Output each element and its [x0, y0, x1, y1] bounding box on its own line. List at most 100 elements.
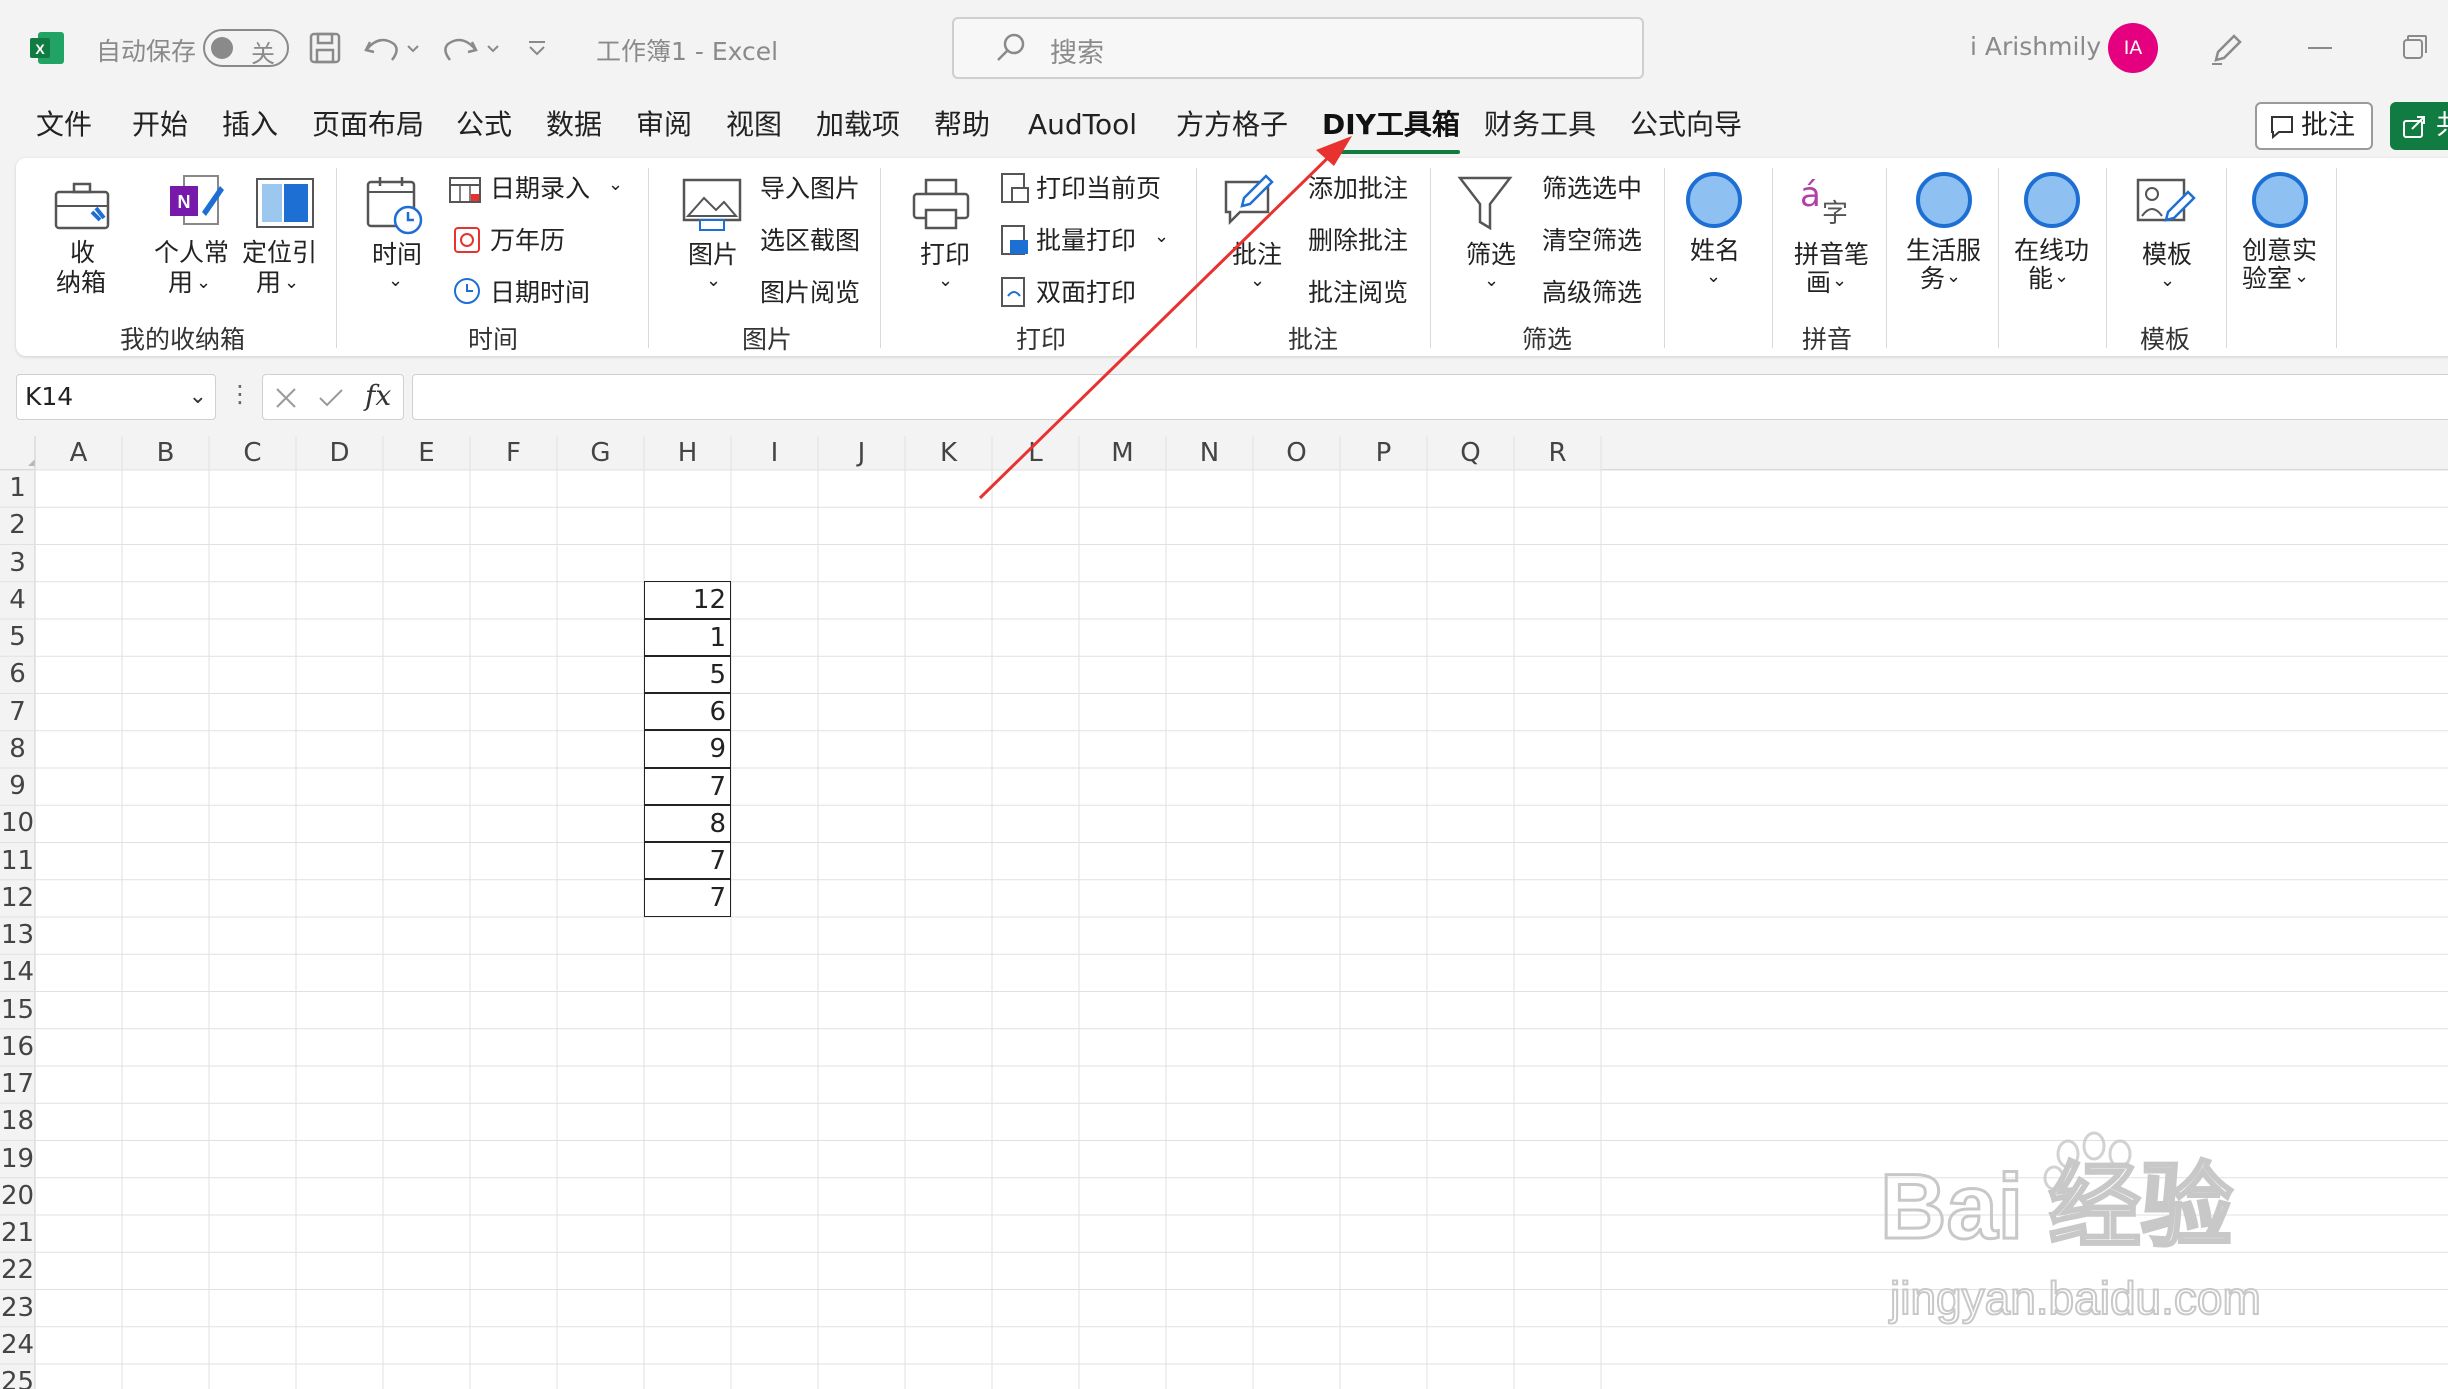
pinyin-label-2: 画 — [1806, 268, 1832, 297]
cell-h8[interactable]: 9 — [644, 730, 731, 768]
chevron-down-icon: ⌄ — [1706, 266, 1722, 287]
insert-function-icon[interactable]: fx — [365, 379, 391, 412]
save-icon[interactable] — [308, 28, 342, 68]
personal-common-label-2: 用 — [168, 268, 194, 297]
chevron-down-icon: ⌄ — [1250, 270, 1266, 291]
picture-browse-button[interactable]: 图片阅览 — [760, 278, 860, 308]
import-picture-button[interactable]: 导入图片 — [760, 174, 860, 204]
formula-input[interactable] — [412, 374, 2448, 420]
storage-box-label-1: 收 — [70, 238, 96, 267]
group-divider — [336, 168, 337, 348]
cell-h7[interactable]: 6 — [644, 693, 731, 731]
group-label-storage: 我的收纳箱 — [120, 325, 246, 354]
batch-print-icon — [1001, 225, 1028, 255]
tab-fangfang[interactable]: 方方格子 — [1176, 100, 1288, 150]
cancel-icon[interactable] — [273, 385, 299, 411]
formula-buttons: fx — [262, 374, 404, 420]
title-bar: X 自动保存 关 工作簿1 - Excel 搜索 i Arishmily IA — [0, 0, 2448, 96]
cell-h4[interactable]: 12 — [644, 581, 731, 619]
redo-icon[interactable] — [442, 28, 504, 68]
search-box[interactable]: 搜索 — [952, 17, 1644, 79]
tab-home[interactable]: 开始 — [132, 100, 188, 150]
filter-selected-button[interactable]: 筛选选中 — [1542, 174, 1642, 204]
online-features-label-1: 在线功 — [2014, 236, 2090, 265]
comments-button[interactable]: 批注 — [2255, 102, 2373, 150]
spreadsheet-grid[interactable]: ABCDEFGHIJKLMNOPQR 1 2 3 4 5 6 7 8 9 10 11 12 13 14 15… — [0, 436, 2448, 1389]
tab-help[interactable]: 帮助 — [934, 100, 990, 150]
svg-text:á: á — [1800, 175, 1821, 215]
tab-data[interactable]: 数据 — [546, 100, 602, 150]
group-divider — [2106, 168, 2107, 348]
online-features-circle-icon — [2024, 172, 2080, 228]
cell-h10[interactable]: 8 — [644, 804, 731, 842]
name-box[interactable]: K14 ⌄ — [16, 374, 216, 420]
add-comment-button[interactable]: 添加批注 — [1308, 174, 1408, 204]
pen-icon[interactable] — [2208, 28, 2244, 68]
more-options-icon[interactable]: ⋮ — [228, 380, 252, 408]
calendar-icon — [454, 227, 480, 253]
delete-comment-button[interactable]: 删除批注 — [1308, 226, 1408, 256]
funnel-icon — [1457, 176, 1513, 231]
group-divider — [1664, 168, 1665, 348]
share-icon — [2403, 116, 2425, 138]
group-label-time: 时间 — [468, 325, 519, 354]
locate-reference-label-1: 定位引 — [242, 238, 318, 267]
chevron-down-icon: ⌄ — [2294, 266, 2310, 287]
perpetual-calendar-label: 万年历 — [490, 226, 566, 255]
comments-button-label: 批注 — [2301, 110, 2355, 141]
tab-audtool[interactable]: AudTool — [1028, 100, 1137, 150]
comment-browse-button[interactable]: 批注阅览 — [1308, 278, 1408, 308]
minimize-icon[interactable] — [2302, 28, 2338, 68]
restore-icon[interactable] — [2396, 28, 2432, 68]
name-circle-icon — [1686, 172, 1742, 228]
ribbon-panel: 收 纳箱 N 个人常 用 ⌄ 定位引 用 ⌄ 我的收纳箱 时间 ⌄ 日期录入 ⌄… — [16, 158, 2448, 356]
comment-icon — [2271, 116, 2293, 140]
online-features-label-2: 能 — [2028, 264, 2054, 293]
tab-review[interactable]: 审阅 — [636, 100, 692, 150]
pinyin-icon: á 字 — [1800, 175, 1848, 229]
enter-check-icon[interactable] — [317, 385, 345, 411]
tab-diy-toolbox[interactable]: DIY工具箱 — [1322, 100, 1460, 154]
share-button[interactable]: 共 — [2390, 102, 2448, 150]
chevron-down-icon: ⌄ — [706, 270, 722, 291]
life-service-label-2: 务 — [1920, 264, 1946, 293]
tab-page-layout[interactable]: 页面布局 — [312, 100, 424, 150]
cell-h9[interactable]: 7 — [644, 767, 731, 805]
autosave-toggle[interactable]: 关 — [203, 29, 289, 68]
chevron-down-icon: ⌄ — [1832, 270, 1848, 291]
tab-formulas[interactable]: 公式 — [456, 100, 512, 150]
toolbox-icon — [54, 182, 110, 230]
storage-box-label-2: 纳箱 — [56, 268, 107, 297]
avatar[interactable]: IA — [2108, 23, 2158, 73]
group-divider — [1886, 168, 1887, 348]
chevron-down-icon: ⌄ — [2160, 270, 2176, 291]
chevron-down-icon: ⌄ — [1154, 226, 1170, 247]
locate-reference-icon — [256, 178, 314, 228]
cell-h12[interactable]: 7 — [644, 879, 731, 917]
region-screenshot-button[interactable]: 选区截图 — [760, 226, 860, 256]
advanced-filter-button[interactable]: 高级筛选 — [1542, 278, 1642, 308]
tab-view[interactable]: 视图 — [726, 100, 782, 150]
clear-filter-button[interactable]: 清空筛选 — [1542, 226, 1642, 256]
undo-icon[interactable] — [362, 28, 424, 68]
date-entry-label: 日期录入 — [490, 174, 591, 203]
onenote-icon: N — [170, 175, 224, 225]
batch-print-label: 批量打印 — [1036, 226, 1137, 255]
customize-toolbar-icon[interactable] — [526, 28, 548, 68]
group-divider — [880, 168, 881, 348]
tab-insert[interactable]: 插入 — [222, 100, 278, 150]
tab-addins[interactable]: 加载项 — [816, 100, 900, 150]
tab-formula-wizard[interactable]: 公式向导 — [1630, 100, 1742, 150]
date-time-label: 日期时间 — [490, 278, 591, 307]
name-box-value: K14 — [25, 382, 74, 411]
creative-lab-circle-icon — [2252, 172, 2308, 228]
cell-h5[interactable]: 1 — [644, 618, 731, 656]
autosave-label: 自动保存 — [96, 37, 197, 66]
tab-finance-tools[interactable]: 财务工具 — [1484, 100, 1596, 150]
cell-h6[interactable]: 5 — [644, 655, 731, 693]
cell-h11[interactable]: 7 — [644, 842, 731, 880]
chevron-down-icon[interactable]: ⌄ — [189, 375, 207, 419]
tab-file[interactable]: 文件 — [36, 100, 92, 150]
locate-reference-label-2: 用 — [256, 268, 282, 297]
svg-text:字: 字 — [1822, 199, 1848, 229]
